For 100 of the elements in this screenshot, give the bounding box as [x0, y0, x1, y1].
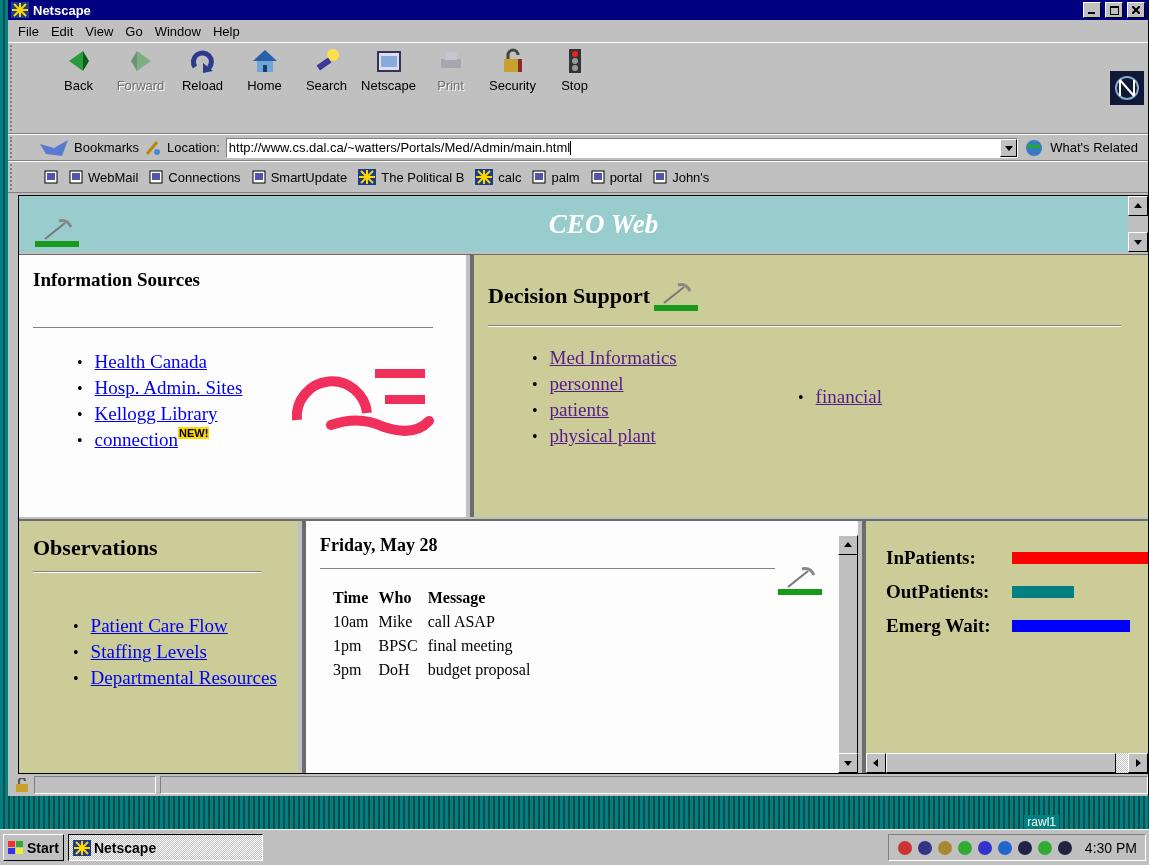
bullet: • [798, 388, 804, 408]
location-label: Location: [167, 140, 220, 155]
link[interactable]: Staffing Levels [90, 639, 207, 664]
bookmarks-button[interactable]: Bookmarks [74, 140, 140, 155]
bookmark-item[interactable]: SmartUpdate [251, 169, 348, 185]
location-icon [145, 139, 162, 156]
down-arrow-icon [1004, 143, 1013, 152]
minimize-button[interactable] [1083, 2, 1101, 18]
table-cell-text: Mike [377, 612, 414, 632]
tray-icon[interactable] [1056, 839, 1073, 856]
link[interactable]: physical plant [549, 423, 656, 448]
column-header: Time [332, 588, 370, 608]
link[interactable]: Kellogg Library [94, 403, 218, 424]
maximize-icon [1109, 5, 1119, 15]
toolbar-button[interactable]: Stop [548, 47, 601, 93]
down-arrow-icon [1134, 238, 1142, 246]
section-heading: Observations [33, 535, 159, 561]
link[interactable]: Patient Care Flow [90, 613, 228, 638]
menu-item[interactable]: Edit [46, 23, 78, 39]
bullet: • [532, 401, 538, 421]
windows-logo-icon [8, 840, 24, 855]
bookmark-item[interactable]: John's [653, 169, 710, 185]
menu-item[interactable]: View [81, 23, 118, 39]
scroll-down-button[interactable] [1128, 232, 1148, 252]
url-field[interactable]: http://www.cs.dal.ca/~watters/Portals/Med/Admin/main.html [225, 137, 1019, 158]
scroll-up-button[interactable] [838, 535, 858, 555]
page-title: CEO Web [548, 208, 659, 240]
scroll-left-button[interactable] [866, 753, 886, 773]
page-icon [149, 170, 164, 184]
column-header: Message [426, 588, 487, 608]
scroll-up-button[interactable] [1128, 196, 1148, 216]
table-cell-text: DoH [377, 660, 411, 680]
page-icon [44, 170, 58, 184]
globe-icon [1024, 138, 1045, 157]
toolbar-button[interactable]: Home [238, 47, 291, 93]
menu-item[interactable]: File [14, 23, 43, 39]
dropdown-button[interactable] [1000, 138, 1018, 157]
maximize-button[interactable] [1105, 2, 1123, 18]
up-arrow-icon [844, 541, 852, 549]
table-cell: BPSC [377, 636, 419, 656]
table-cell-text: final meeting [426, 636, 514, 656]
link[interactable]: patients [549, 397, 609, 422]
column-header: Who [377, 588, 413, 608]
menu-item[interactable]: Go [121, 23, 147, 39]
desktop-icon-label: rawl1 [1024, 815, 1059, 829]
menu-item[interactable]: Help [208, 23, 244, 39]
bookmarks-icon [40, 139, 68, 156]
table-cell: budget proposal [426, 660, 532, 680]
scroll-track [1116, 753, 1128, 773]
link[interactable]: Departmental Resources [90, 665, 277, 690]
left-arrow-icon [872, 759, 880, 767]
bookmark-item[interactable]: The Political B [358, 169, 465, 185]
bookmark-item[interactable]: palm [532, 169, 580, 185]
toolbar-button[interactable]: Netscape [362, 47, 415, 93]
link[interactable]: financial [815, 384, 883, 409]
right-arrow-icon [1134, 759, 1142, 767]
toolbar-button[interactable]: Security [486, 47, 539, 93]
clock: 4:30 PM [1084, 839, 1137, 856]
link[interactable]: Health Canada [94, 351, 207, 372]
padlock-icon [14, 778, 30, 792]
table-cell-text: 1pm [332, 636, 363, 656]
page-icon [69, 170, 83, 184]
link[interactable]: connection [94, 429, 178, 450]
new-badge: NEW! [177, 427, 210, 439]
tray-icon[interactable] [976, 839, 993, 856]
link[interactable]: Med Informatics [549, 345, 677, 370]
netscape-star-icon [11, 2, 29, 18]
scroll-thumb[interactable] [838, 555, 858, 753]
table-cell-text: 3pm [332, 660, 363, 680]
table-cell: 10am [332, 612, 370, 632]
bookmark-item[interactable]: Connections [149, 169, 241, 185]
bookmark-item[interactable]: portal [590, 169, 643, 185]
scroll-right-button[interactable] [1128, 753, 1148, 773]
toolbar-button[interactable]: Back [52, 47, 105, 93]
table-cell-text: call ASAP [426, 612, 496, 632]
bookmark-item[interactable] [44, 170, 58, 184]
menu-item[interactable]: Window [150, 23, 205, 39]
bullet: • [73, 617, 79, 637]
netscape-star-icon [358, 169, 377, 185]
tray-icon[interactable] [916, 839, 933, 856]
bullet: • [532, 427, 538, 447]
bookmark-item[interactable]: calc [475, 169, 522, 185]
bookmark-item[interactable]: WebMail [69, 169, 139, 185]
close-button[interactable] [1127, 2, 1145, 18]
scroll-down-button[interactable] [838, 753, 858, 773]
netscape-logo-icon [1110, 71, 1144, 105]
tray-icon[interactable] [1016, 839, 1033, 856]
indicator-label: Emerg Wait: [886, 615, 992, 637]
start-button[interactable]: Start [3, 834, 64, 861]
toolbar-button[interactable]: Reload [176, 47, 229, 93]
bullet: • [77, 379, 83, 399]
link[interactable]: personnel [549, 371, 624, 396]
taskbar-button[interactable]: Netscape [67, 834, 263, 861]
whats-related-button[interactable]: What's Related [1050, 140, 1138, 155]
bullet: • [77, 431, 83, 451]
netscape-star-icon [72, 839, 91, 856]
bullet: • [532, 349, 538, 369]
window-title: Netscape [33, 2, 92, 18]
toolbar-button[interactable]: Search [300, 47, 353, 93]
link[interactable]: Hosp. Admin. Sites [94, 377, 243, 398]
